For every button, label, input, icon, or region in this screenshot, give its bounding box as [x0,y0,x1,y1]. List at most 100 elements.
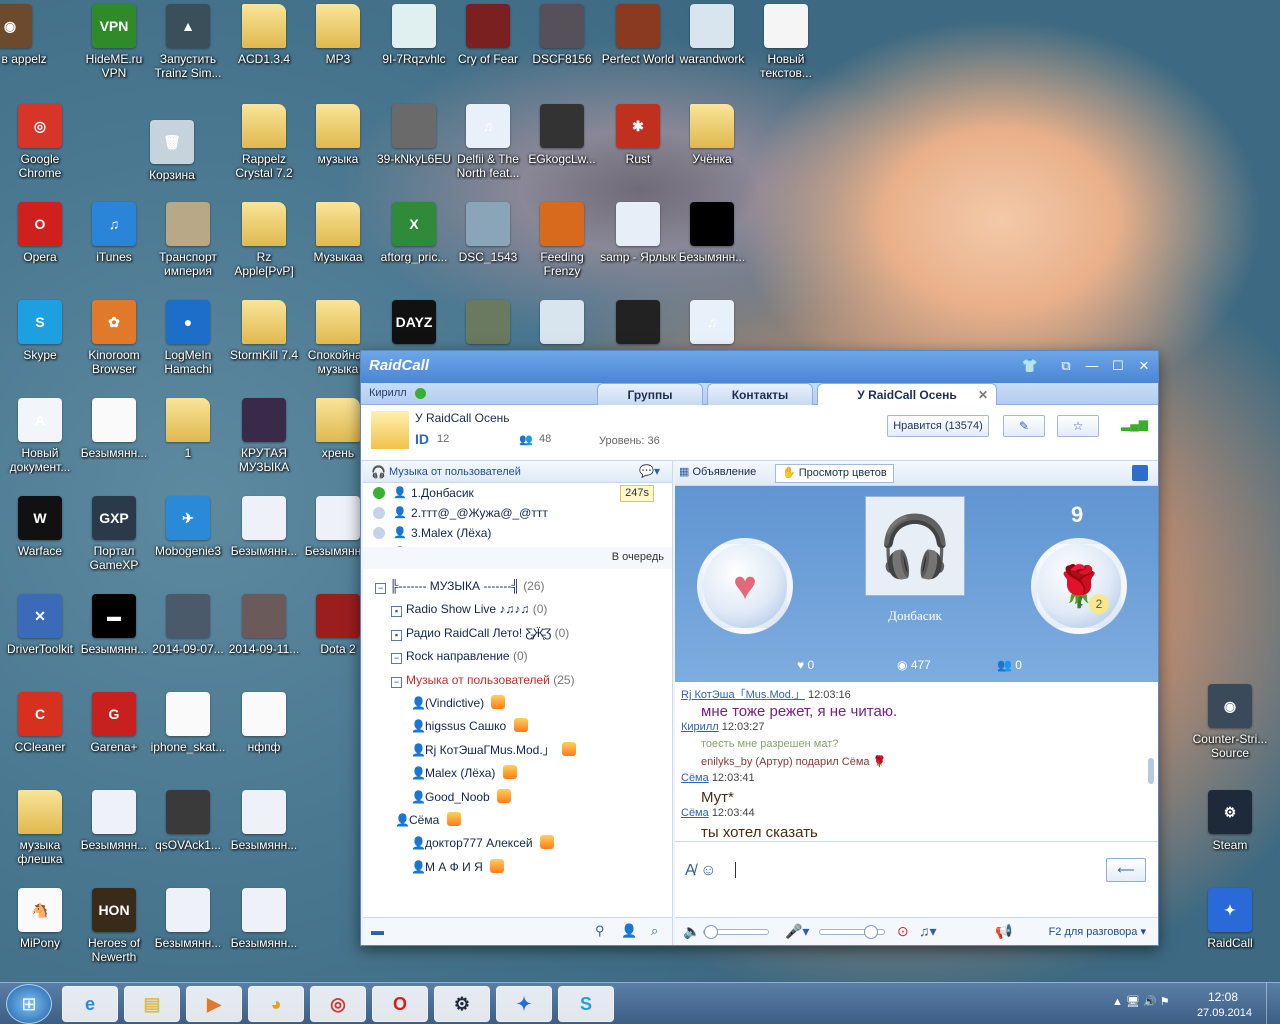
mini-mode-icon[interactable]: ⧉ [1057,357,1075,375]
desktop-icon[interactable]: ◎ Google Chrome [2,104,78,200]
desktop-icon[interactable]: MP3 [300,4,376,100]
volume-slider[interactable] [703,925,769,939]
user-icon[interactable]: 👤 [621,923,637,939]
desktop-icon[interactable]: Perfect World [600,4,676,100]
desktop-icon[interactable]: Безымянн... [226,496,302,592]
queue-item[interactable]: 👤 2.ттт@_@Жужа@_@ттт [363,503,672,523]
desktop-icon[interactable]: ▲ Запустить Trainz Sim... [150,4,226,100]
start-button[interactable]: ⊞ [6,984,52,1024]
maximize-button[interactable]: ☐ [1109,357,1127,375]
like-button[interactable]: Нравится (13574) [887,415,989,437]
desktop-icon[interactable]: ✕ DriverToolkit [2,594,78,690]
tree-user[interactable]: 👤Malex (Лёха) [411,762,517,785]
join-queue-button[interactable]: В очередь [612,551,664,563]
music-icon[interactable]: ♫▾ [919,923,937,940]
taskbar-app-explorer[interactable]: ▤ [124,986,180,1022]
desktop-icon[interactable]: 9I-7Rqzvhlc [376,4,452,100]
tree-user[interactable]: 👤М А Ф И Я [411,856,505,879]
desktop-icon[interactable]: ▬ Безымянн... [76,594,152,690]
desktop-icon[interactable]: музыка [300,104,376,200]
show-desktop-button[interactable] [1266,983,1280,1024]
clock-time[interactable]: 12:08 [1208,990,1238,1004]
desktop-icon[interactable]: нфпф [226,692,302,788]
desktop-icon[interactable]: Безымянн... [674,202,750,298]
collapse-icon[interactable]: ▬ [371,923,384,938]
tree-user[interactable]: 👤Good_Noob [411,786,512,809]
send-button[interactable]: ⟵ [1106,858,1146,882]
desktop-icon[interactable]: ACD1.3.4 [226,4,302,100]
desktop-icon[interactable]: ⚙ Steam [1192,790,1268,886]
desktop-icon[interactable]: GXP Портал GameXP [76,496,152,592]
desktop-icon[interactable]: ◉ рать в appelz [0,4,48,100]
desktop-icon[interactable]: A Новый документ... [2,398,78,494]
queue-item[interactable]: 👤 1.Донбасик 247s [363,483,672,503]
chat-scrollbar[interactable] [1148,758,1154,784]
desktop-icon[interactable]: Безымянн... [76,398,152,494]
desktop-icon[interactable]: ✦ RaidCall [1192,888,1268,984]
tree-channel[interactable]: ▪ Радио RaidCall Лето! Ƹ̵̡Ӝ̵̨̄Ʒ (0) [391,622,569,645]
tree-channel[interactable]: − ╠------- МУЗЫКА -------╣ (26) [375,575,545,598]
font-icon[interactable]: A̸ ☺ [685,862,716,880]
desktop-icon[interactable]: DSCF8156 [524,4,600,100]
voice-mode-icon[interactable]: 📢 [995,923,1012,940]
desktop-icon[interactable]: ♫ iTunes [76,202,152,298]
tree-channel[interactable]: − Музыка от пользователей (25) [391,669,575,692]
desktop-icon[interactable]: HON Heroes of Newerth [76,888,152,984]
desktop-icon[interactable]: warandwork [674,4,750,100]
desktop-icon[interactable]: ✿ Kinoroom Browser [76,300,152,396]
view-flowers-button[interactable]: ✋ Просмотр цветов [775,464,894,483]
taskbar-app-skype[interactable]: S [558,986,614,1022]
tree-channel[interactable]: − Rock направление (0) [391,645,528,668]
mic-icon[interactable]: 🎤▾ [785,923,809,940]
taskbar-app-steam[interactable]: ⚙ [434,986,490,1022]
taskbar-app-media[interactable]: ▶ [186,986,242,1022]
close-button[interactable]: ✕ [1135,357,1153,375]
desktop-icon[interactable]: музыка флешка [2,790,78,886]
desktop-icon[interactable]: ✱ Rust [600,104,676,200]
chat-input-area[interactable]: A̸ ☺ ⟵ [675,842,1158,912]
desktop-icon[interactable]: Учёнка [674,104,750,200]
emoji-icon[interactable]: ☺ [700,862,716,879]
skin-icon[interactable]: 👕 [1021,357,1039,375]
tree-user[interactable]: 👤Rj КотЭшаГMus.Mod.」 [411,739,577,762]
desktop-icon[interactable]: Безымянн... [76,790,152,886]
search-icon[interactable]: ⌕ [651,923,658,939]
desktop-icon[interactable]: Безымянн... [226,888,302,984]
desktop-icon[interactable]: qsOVAck1... [150,790,226,886]
queue-item[interactable]: 👤 3.Malex (Лёха) [363,523,672,543]
gift-icon[interactable] [1132,465,1148,481]
expand-icon[interactable]: − [375,583,386,594]
desktop-icon[interactable]: 1 [150,398,226,494]
desktop-icon[interactable]: samp - Ярлык [600,202,676,298]
tray-icons[interactable]: ▲ 🖥 🔊 ⚑ [1112,995,1170,1008]
tree-channel[interactable]: ▪ Radio Show Live ♪♫♪♫ (0) [391,598,547,621]
taskbar-app-ie[interactable]: e [62,986,118,1022]
status-online-icon[interactable] [415,388,426,399]
minimize-button[interactable]: — [1083,357,1101,375]
expand-icon[interactable]: ▪ [391,629,402,641]
speaker-icon[interactable]: 🔈 [683,923,700,940]
favorite-star-icon[interactable]: ☆ [1057,415,1099,437]
desktop-icon[interactable]: StormKill 7.4 [226,300,302,396]
record-icon[interactable]: ⊙ [897,923,909,940]
taskbar-app-paint[interactable]: ◕ [248,986,304,1022]
chat-author[interactable]: Сёма [681,772,709,784]
desktop-icon[interactable]: O Opera [2,202,78,298]
desktop-icon[interactable]: Музыкаа [300,202,376,298]
desktop-icon[interactable]: G Garena+ [76,692,152,788]
desktop-icon[interactable]: ✈ Mobogenie3 [150,496,226,592]
desktop-icon[interactable]: Безымянн... [150,888,226,984]
talk-key-label[interactable]: F2 для разговора ▾ [1049,925,1146,938]
title-bar[interactable]: RaidCall 👕 ⧉ — ☐ ✕ [361,351,1158,383]
tree-user[interactable]: 👤доктор777 Алексей [411,832,554,855]
desktop-icon[interactable]: ● LogMeIn Hamachi [150,300,226,396]
queue-menu-icon[interactable]: 💬▾ [639,464,660,478]
location-icon[interactable]: ⚲ [595,923,605,939]
desktop-icon[interactable]: C CCleaner [2,692,78,788]
desktop-icon[interactable]: DSC_1543 [450,202,526,298]
taskbar-app-opera[interactable]: O [372,986,428,1022]
desktop-icon[interactable]: Безымянн... [226,790,302,886]
desktop-icon[interactable]: ◉ Counter-Stri... Source [1192,684,1268,780]
tab-channel[interactable]: У RaidCall Осень ✕ [817,383,997,405]
expand-icon[interactable]: − [391,653,402,665]
